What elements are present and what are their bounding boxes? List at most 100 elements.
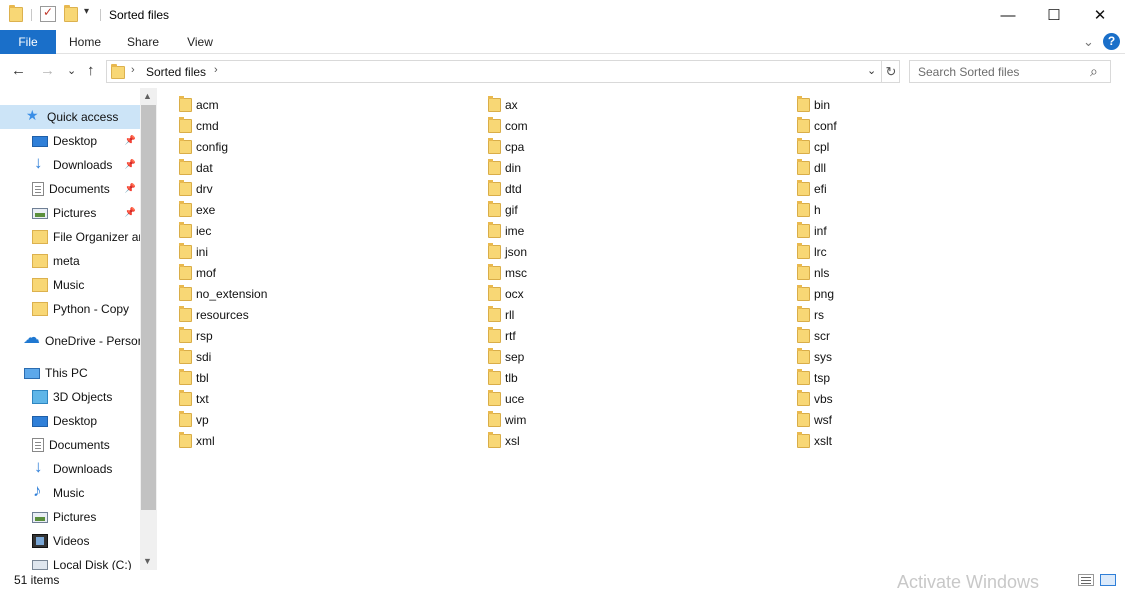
folder-item[interactable]: nls (797, 262, 1017, 283)
refresh-icon[interactable]: ↻ (881, 61, 900, 82)
folder-item[interactable]: scr (797, 325, 1017, 346)
folder-item[interactable]: wsf (797, 409, 1017, 430)
folder-item[interactable]: xslt (797, 430, 1017, 451)
folder-item[interactable]: rtf (488, 325, 708, 346)
details-view-icon[interactable] (1078, 574, 1094, 586)
folder-item[interactable]: uce (488, 388, 708, 409)
tab-share[interactable]: Share (114, 30, 172, 54)
folder-item[interactable]: rs (797, 304, 1017, 325)
recent-locations-chevron-icon[interactable]: ⌄ (67, 64, 76, 77)
sidebar-item-videos[interactable]: Videos (0, 529, 140, 553)
tab-home[interactable]: Home (56, 30, 114, 54)
properties-icon[interactable] (40, 5, 56, 22)
folder-item[interactable]: cmd (179, 115, 399, 136)
folder-item[interactable]: lrc (797, 241, 1017, 262)
folder-item[interactable]: tsp (797, 367, 1017, 388)
search-input[interactable] (910, 61, 1086, 82)
folder-item[interactable]: ax (488, 94, 708, 115)
sidebar-item-3d-objects[interactable]: 3D Objects (0, 385, 140, 409)
folder-item[interactable]: tlb (488, 367, 708, 388)
folder-item[interactable]: sep (488, 346, 708, 367)
folder-item[interactable]: sdi (179, 346, 399, 367)
folder-item[interactable]: dat (179, 157, 399, 178)
close-button[interactable]: ✕ (1077, 0, 1123, 30)
folder-item[interactable]: exe (179, 199, 399, 220)
help-icon[interactable]: ? (1103, 33, 1120, 50)
forward-button[interactable]: → (40, 62, 55, 79)
sidebar-item-this-pc[interactable]: This PC (0, 361, 140, 385)
sidebar-item-downloads[interactable]: Downloads📌 (0, 153, 140, 177)
pin-icon[interactable]: 📌 (125, 183, 136, 194)
sidebar-item-pc-documents[interactable]: Documents (0, 433, 140, 457)
folder-item[interactable]: ini (179, 241, 399, 262)
breadcrumb[interactable]: Sorted files (146, 65, 206, 79)
folder-item[interactable]: xsl (488, 430, 708, 451)
scroll-down-icon[interactable]: ▼ (143, 556, 152, 566)
folder-item[interactable]: drv (179, 178, 399, 199)
navigation-pane-scrollbar[interactable]: ▲ ▼ (140, 88, 157, 570)
pin-icon[interactable]: 📌 (125, 135, 136, 146)
folder-item[interactable]: iec (179, 220, 399, 241)
folder-item[interactable]: rll (488, 304, 708, 325)
sidebar-item-quick-access[interactable]: Quick access (0, 105, 140, 129)
sidebar-item-local-disk[interactable]: Local Disk (C:) (0, 553, 140, 570)
address-bar[interactable]: › Sorted files › ⌄ ↻ (106, 60, 900, 83)
sidebar-item-pc-desktop[interactable]: Desktop (0, 409, 140, 433)
sidebar-item-pictures[interactable]: Pictures 📌 (0, 201, 140, 225)
scroll-up-icon[interactable]: ▲ (143, 91, 152, 101)
maximize-button[interactable]: ☐ (1031, 0, 1077, 30)
tab-file[interactable]: File (0, 30, 56, 54)
folder-item[interactable]: conf (797, 115, 1017, 136)
folder-item[interactable]: dtd (488, 178, 708, 199)
folder-item[interactable]: cpa (488, 136, 708, 157)
sidebar-item-music-folder[interactable]: Music (0, 273, 140, 297)
folder-item[interactable]: vp (179, 409, 399, 430)
folder-item[interactable]: png (797, 283, 1017, 304)
sidebar-item-pc-music[interactable]: Music (0, 481, 140, 505)
address-dropdown-chevron-icon[interactable]: ⌄ (867, 64, 876, 77)
folder-item[interactable]: dll (797, 157, 1017, 178)
folder-item[interactable]: efi (797, 178, 1017, 199)
folder-item[interactable]: gif (488, 199, 708, 220)
sidebar-item-file-organizer[interactable]: File Organizer ar (0, 225, 140, 249)
folder-item[interactable]: bin (797, 94, 1017, 115)
folder-item[interactable]: din (488, 157, 708, 178)
folder-item[interactable]: vbs (797, 388, 1017, 409)
folder-item[interactable]: txt (179, 388, 399, 409)
folder-item[interactable]: sys (797, 346, 1017, 367)
minimize-button[interactable]: — (985, 0, 1031, 30)
sidebar-item-pc-pictures[interactable]: Pictures (0, 505, 140, 529)
new-folder-icon[interactable] (64, 5, 78, 22)
folder-item[interactable]: resources (179, 304, 399, 325)
search-icon[interactable]: ⌕ (1090, 63, 1098, 80)
sidebar-item-pc-downloads[interactable]: Downloads (0, 457, 140, 481)
sidebar-item-meta[interactable]: meta (0, 249, 140, 273)
folder-item[interactable]: mof (179, 262, 399, 283)
folder-item[interactable]: config (179, 136, 399, 157)
large-icons-view-icon[interactable] (1100, 574, 1116, 586)
folder-item[interactable]: inf (797, 220, 1017, 241)
folder-item[interactable]: wim (488, 409, 708, 430)
folder-item[interactable]: ime (488, 220, 708, 241)
folder-item[interactable]: json (488, 241, 708, 262)
sidebar-item-onedrive[interactable]: OneDrive - Persor (0, 329, 140, 353)
pin-icon[interactable]: 📌 (125, 207, 136, 218)
customize-toolbar-chevron-icon[interactable]: ▾ (84, 6, 89, 17)
folder-item[interactable]: xml (179, 430, 399, 451)
folder-item[interactable]: h (797, 199, 1017, 220)
pin-icon[interactable]: 📌 (125, 159, 136, 170)
up-button[interactable]: ↑ (87, 62, 95, 79)
folder-item[interactable]: acm (179, 94, 399, 115)
folder-item[interactable]: ocx (488, 283, 708, 304)
sidebar-item-python-copy[interactable]: Python - Copy (0, 297, 140, 321)
breadcrumb-separator-icon[interactable]: › (214, 64, 218, 76)
folder-item[interactable]: no_extension (179, 283, 399, 304)
folder-item[interactable]: msc (488, 262, 708, 283)
search-box[interactable]: ⌕ (909, 60, 1111, 83)
sidebar-item-documents[interactable]: Documents 📌 (0, 177, 140, 201)
breadcrumb-separator-icon[interactable]: › (131, 64, 135, 76)
folder-item[interactable]: com (488, 115, 708, 136)
sidebar-item-desktop[interactable]: Desktop 📌 (0, 129, 140, 153)
tab-view[interactable]: View (172, 30, 228, 54)
expand-ribbon-chevron-icon[interactable]: ⌄ (1083, 34, 1094, 50)
